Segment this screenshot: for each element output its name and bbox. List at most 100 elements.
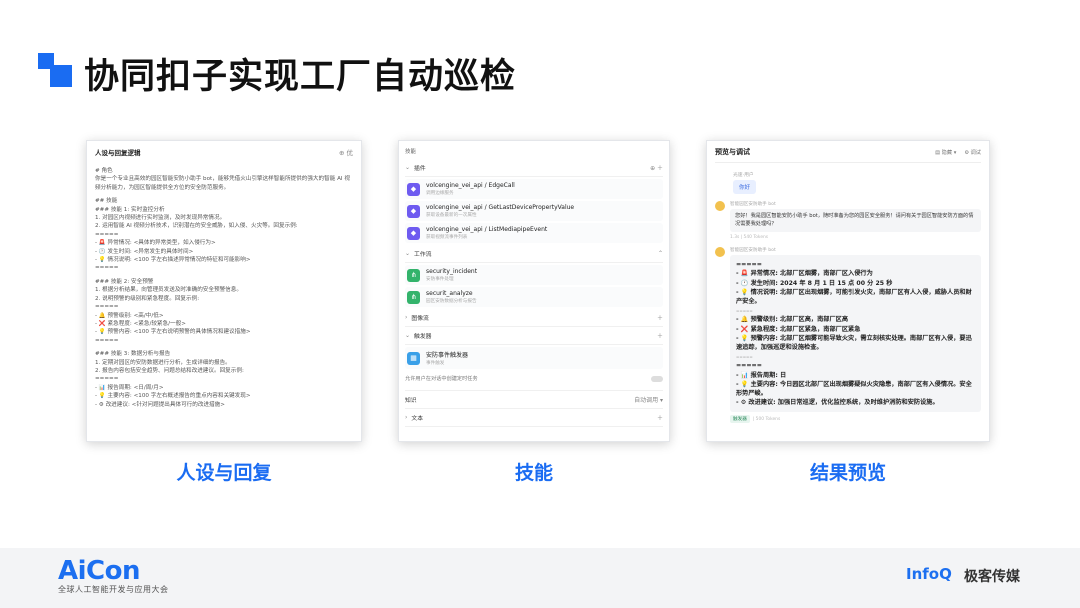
persona-line: ===== bbox=[95, 376, 119, 383]
persona-line: - 🕐 发生时间: <异常发生的具体时间> bbox=[95, 248, 194, 255]
jike-logo: 极客传媒 bbox=[964, 569, 1020, 585]
infoq-logo: InfoQ bbox=[906, 565, 952, 583]
persona-line: 2. 报告内容包括安全趋势、问题总结和改进建议。回复示例: bbox=[95, 367, 244, 374]
bot-avatar bbox=[715, 247, 725, 258]
report-line: ===== bbox=[736, 362, 762, 370]
title-mark-icon bbox=[38, 53, 72, 87]
report-line: - 💡 主要内容: 今日园区北部厂区出现烟雾疑似火灾隐患，南部厂区有入侵情况。安… bbox=[736, 380, 972, 398]
knowledge-section-header[interactable]: 知识 自动调用 ▾ bbox=[405, 390, 663, 409]
item-name: volcengine_vei_api / EdgeCall bbox=[426, 182, 515, 189]
persona-line: ## 技能 bbox=[95, 198, 118, 205]
persona-line: 2. 说明预警的级别和紧急程度。回复示例: bbox=[95, 295, 200, 302]
plugin-item[interactable]: ◆ volcengine_vei_api / GetLastDevicePrope… bbox=[405, 201, 663, 221]
persona-panel: 人设与回复逻辑 ⊕ 优 # 角色 你是一个专业且高效的园区智能安防小助手 bot，… bbox=[86, 140, 362, 442]
user-label: 光速·用户 bbox=[733, 173, 754, 178]
report-line: - 💡 情况说明: 北部厂区出现烟雾，可能引发火灾，南部厂区有人入侵，威胁人员和… bbox=[736, 288, 972, 305]
plugin-item[interactable]: ◆ volcengine_vei_api / EdgeCall 调用边缘服务 bbox=[405, 179, 663, 199]
persona-line: - ⚙ 改进建议: <针对问题提出具体可行的改进措施> bbox=[95, 401, 225, 408]
item-name: securit_analyze bbox=[426, 290, 473, 297]
workflow-icon: ⋔ bbox=[407, 268, 420, 282]
plugins-label: 插件 bbox=[414, 166, 426, 172]
persona-line: - ❌ 紧急程度: <紧急/较紧急/一般> bbox=[95, 320, 186, 327]
persona-line: 2. 运用智能 AI 视频分析技术，识别潜在的安全威胁，如入侵、火灾等。回复示例… bbox=[95, 223, 298, 230]
persona-line: - 💡 预警内容: <100 字左右说明预警的具体情况和建议措施> bbox=[95, 329, 251, 336]
image-flow-section-header[interactable]: › 图像流 ＋ bbox=[405, 309, 663, 327]
workflows-section-header[interactable]: ⌄ 工作流 ⌃ bbox=[405, 245, 663, 263]
persona-line: 你是一个专业且高效的园区智能安防小助手 bot，能够凭借火山引擎这样智能所提供的… bbox=[95, 176, 350, 183]
trigger-item[interactable]: ▦ 安防事件触发器 事件触发 bbox=[405, 347, 663, 369]
user-message: 你好 bbox=[733, 180, 757, 194]
persona-line: ===== bbox=[95, 304, 119, 311]
plugin-icon: ◆ bbox=[407, 182, 420, 196]
knowledge-label: 知识 bbox=[405, 398, 417, 404]
report-line: - 💡 预警内容: 北部厂区烟雾可能导致火灾，需立刻核实处理。南部厂区有入侵，要… bbox=[736, 334, 972, 352]
triggers-label: 触发器 bbox=[414, 334, 432, 340]
chevron-right-icon: › bbox=[405, 314, 408, 321]
persona-line: - 💡 情况说明: <100 字左右描述异常情况的特征和可能影响> bbox=[95, 257, 251, 264]
persona-line: ===== bbox=[95, 265, 119, 272]
add-icon[interactable]: ＋ bbox=[657, 313, 663, 322]
slide: 协同扣子实现工厂自动巡检 人设与回复逻辑 ⊕ 优 # 角色 你是一个专业且高效的园… bbox=[0, 0, 1080, 608]
item-desc: 安防事件处理 bbox=[426, 277, 454, 282]
add-icon[interactable]: ＋ bbox=[657, 331, 663, 340]
text-label: 文本 bbox=[411, 416, 424, 422]
aicon-logo: AiCon bbox=[58, 556, 141, 586]
debug-button[interactable]: ⚙ 调试 bbox=[964, 149, 981, 156]
report-line: - 📊 报告周期: 日 bbox=[736, 371, 787, 379]
item-desc: 事件触发 bbox=[426, 361, 445, 366]
persona-line: 1. 根据分析结果，向管理员发送及时准确的安全预警信息。 bbox=[95, 287, 242, 294]
allow-scheduled-task-row: 允许用户在对话中创建定时任务 bbox=[405, 371, 663, 386]
preview-header-title: 预览与调试 bbox=[715, 148, 750, 156]
workflow-item[interactable]: ⋔ security_incident 安防事件处理 bbox=[405, 265, 663, 285]
slide-title: 协同扣子实现工厂自动巡检 bbox=[84, 57, 517, 97]
persona-line: ===== bbox=[95, 337, 119, 344]
persona-line: - 🚨 异常情况: <具体的异常类型，如入侵行为> bbox=[95, 240, 216, 247]
item-desc: 获取视频流事件列表 bbox=[426, 235, 468, 240]
bot-avatar bbox=[715, 201, 725, 211]
plugin-item[interactable]: ◆ volcengine_vei_api / ListMediapipeEvent… bbox=[405, 223, 663, 243]
caption-persona: 人设与回复 bbox=[176, 462, 272, 484]
persona-line: ### 技能 3: 数据分析与报告 bbox=[95, 351, 171, 358]
aicon-subtitle: 全球人工智能开发与应用大会 bbox=[58, 585, 169, 594]
persona-header-action[interactable]: ⊕ 优 bbox=[339, 147, 353, 157]
preview-header: 预览与调试 ▤ 隐藏 ▾ ⚙ 调试 bbox=[715, 147, 981, 163]
persona-line: 1. 定期对园区的安防数据进行分析，生成详细的报告。 bbox=[95, 359, 231, 366]
report-footer: 触发器 | 500 Tokens bbox=[730, 415, 981, 424]
bot-name: 智能园区安防助手 bot bbox=[730, 248, 776, 254]
bot-greeting-bubble: 您好！我是园区智能安防小助手 bot，随时准备为您的园区安全服务！请问有关于园区… bbox=[730, 209, 981, 233]
persona-prompt-text[interactable]: # 角色你是一个专业且高效的园区智能安防小助手 bot，能够凭借火山引擎这样智能… bbox=[95, 167, 353, 409]
bot-report-bubble: ===== - 🚨 异常情况: 北部厂区烟雾，南部厂区入侵行为 - 🕐 发生时间: … bbox=[730, 255, 981, 413]
item-name: 安防事件触发器 bbox=[426, 352, 469, 359]
item-desc: 调用边缘服务 bbox=[426, 191, 454, 196]
persona-line: # 角色 bbox=[95, 168, 113, 174]
persona-line: ### 技能 1: 实时监控分析 bbox=[95, 206, 165, 213]
report-line: - 🕐 发生时间: 2024 年 8 月 1 日 15 点 00 分 25 秒 bbox=[736, 279, 893, 287]
text-section-header[interactable]: › 文本 ＋ bbox=[405, 409, 663, 427]
persona-line: 频分析能力，为园区智能提供全方位的安全防范服务。 bbox=[95, 184, 230, 191]
item-desc: 获取设备最新的一次属性 bbox=[426, 213, 477, 218]
plugin-icon: ◆ bbox=[407, 204, 420, 218]
caption-preview: 结果预览 bbox=[809, 462, 886, 484]
plugins-section-header[interactable]: ⌄ 插件 ⊕ ＋ bbox=[405, 159, 663, 177]
skills-panel: 技能 ⌄ 插件 ⊕ ＋ ◆ volcengine_vei_api / EdgeCal… bbox=[398, 140, 670, 442]
collapse-icon[interactable]: ⌃ bbox=[658, 250, 663, 257]
add-plugin-icon[interactable]: ⊕ ＋ bbox=[650, 163, 663, 172]
report-meta: | 500 Tokens bbox=[752, 416, 781, 422]
workflow-item[interactable]: ⋔ securit_analyze 园区安防数据分析与报告 bbox=[405, 287, 663, 307]
allow-scheduled-task-toggle[interactable] bbox=[651, 375, 663, 382]
persona-line: - 🔔 预警级别: <高/中/低> bbox=[95, 312, 164, 319]
item-name: security_incident bbox=[426, 268, 478, 275]
plugin-icon: ◆ bbox=[407, 226, 420, 240]
persona-line: - 📊 报告周期: <日/周/月> bbox=[95, 384, 164, 391]
knowledge-mode-select[interactable]: 自动调用 ▾ bbox=[634, 395, 663, 404]
report-line: ===== bbox=[736, 354, 753, 360]
workflow-list: ⋔ security_incident 安防事件处理 ⋔ securit_analyze… bbox=[405, 265, 663, 307]
triggers-section-header[interactable]: ⌄ 触发器 ＋ bbox=[405, 327, 663, 345]
chevron-down-icon: ⌄ bbox=[405, 164, 411, 171]
chevron-down-icon: ⌄ bbox=[405, 250, 411, 257]
add-icon[interactable]: ＋ bbox=[657, 413, 663, 422]
bot-report-row: 智能园区安防助手 bot ===== - 🚨 异常情况: 北部厂区烟雾，南部厂区入… bbox=[715, 247, 981, 424]
hide-button[interactable]: ▤ 隐藏 ▾ bbox=[935, 149, 956, 156]
allow-scheduled-task-label: 允许用户在对话中创建定时任务 bbox=[405, 376, 478, 382]
trigger-tag: 触发器 bbox=[730, 415, 750, 424]
